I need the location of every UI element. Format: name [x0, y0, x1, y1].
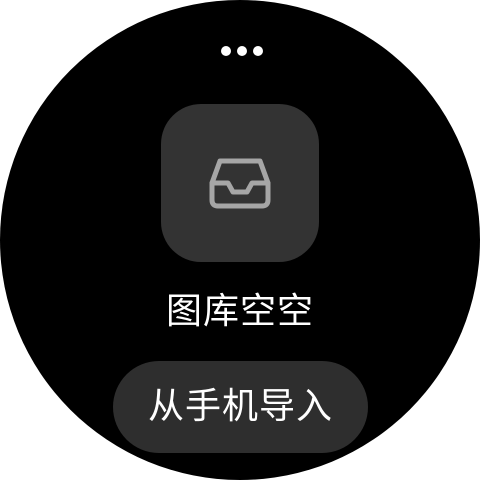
watch-screen: 图库空空 从手机导入 — [0, 0, 480, 480]
dot — [221, 46, 231, 56]
dot — [253, 46, 263, 56]
empty-gallery-tile — [161, 104, 319, 262]
import-button-label: 从手机导入 — [147, 386, 333, 427]
import-from-phone-button[interactable]: 从手机导入 — [113, 361, 368, 453]
dot — [237, 46, 247, 56]
empty-gallery-label: 图库空空 — [165, 291, 314, 332]
more-options-icon[interactable] — [221, 45, 263, 57]
inbox-tray-icon — [209, 158, 271, 209]
